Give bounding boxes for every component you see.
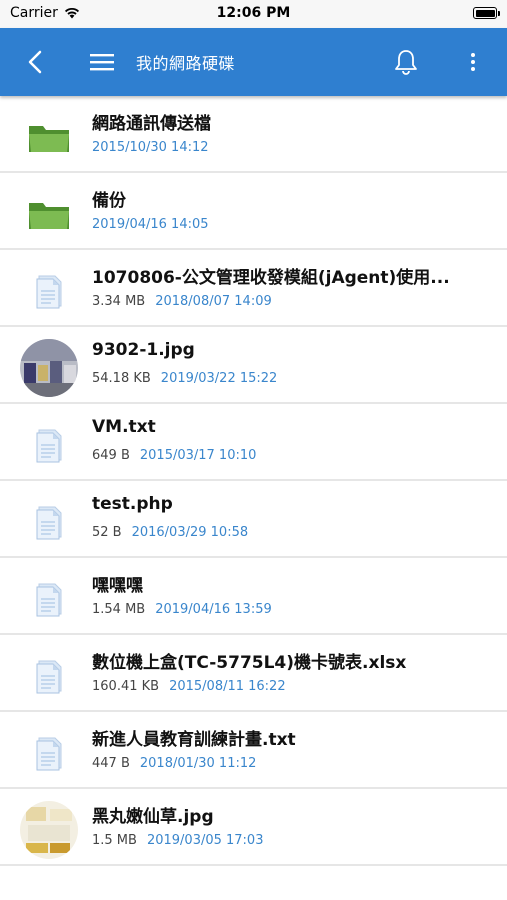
item-name: test.php bbox=[92, 494, 173, 514]
chevron-left-icon bbox=[28, 50, 42, 74]
item-name: 新進人員教育訓練計畫.txt bbox=[92, 730, 296, 750]
status-bar: Carrier 12:06 PM bbox=[0, 0, 507, 28]
thumbnail bbox=[20, 647, 78, 705]
file-size: 1.5 MB bbox=[92, 833, 137, 848]
file-row[interactable]: 1070806-公文管理收發模組(jAgent)使用... 3.34 MB 2018… bbox=[0, 250, 507, 327]
file-size: 649 B bbox=[92, 448, 130, 463]
thumbnail bbox=[20, 570, 78, 628]
item-date: 2015/03/17 10:10 bbox=[139, 448, 257, 463]
bell-icon bbox=[395, 50, 417, 75]
clock: 12:06 PM bbox=[216, 5, 291, 21]
file-row[interactable]: 黑丸嫩仙草.jpg 1.5 MB 2019/03/05 17:03 bbox=[0, 789, 507, 866]
file-size: 52 B bbox=[92, 525, 122, 540]
more-vertical-icon bbox=[471, 53, 475, 71]
item-date: 2016/03/29 10:58 bbox=[131, 525, 249, 540]
item-meta: 1.5 MB 2019/03/05 17:03 bbox=[92, 833, 263, 848]
item-date: 2015/10/30 14:12 bbox=[92, 140, 209, 155]
folder-icon bbox=[29, 126, 69, 152]
file-list: 網路通訊傳送檔 2015/10/30 14:12 備份 2019/04/16 14:0… bbox=[0, 96, 507, 866]
document-icon bbox=[36, 275, 62, 309]
notifications-button[interactable] bbox=[388, 28, 424, 96]
item-meta: 2019/04/16 14:05 bbox=[92, 217, 209, 232]
item-date: 2015/08/11 16:22 bbox=[169, 679, 286, 694]
thumbnail bbox=[20, 339, 78, 397]
item-date: 2019/03/05 17:03 bbox=[146, 833, 264, 848]
folder-row[interactable]: 備份 2019/04/16 14:05 bbox=[0, 173, 507, 250]
item-date: 2018/08/07 14:09 bbox=[155, 294, 272, 309]
item-name: 黑丸嫩仙草.jpg bbox=[92, 807, 214, 827]
thumbnail bbox=[20, 262, 78, 320]
file-row[interactable]: 9302-1.jpg 54.18 KB 2019/03/22 15:22 bbox=[0, 327, 507, 404]
thumbnail bbox=[20, 108, 78, 166]
document-icon bbox=[36, 429, 62, 463]
item-date: 2019/04/16 14:05 bbox=[92, 217, 209, 232]
page-title: 我的網路硬碟 bbox=[136, 54, 236, 73]
menu-button[interactable] bbox=[86, 28, 118, 96]
file-size: 3.34 MB bbox=[92, 294, 146, 309]
item-date: 2019/04/16 13:59 bbox=[155, 602, 272, 617]
back-button[interactable] bbox=[18, 28, 52, 96]
folder-row[interactable]: 網路通訊傳送檔 2015/10/30 14:12 bbox=[0, 96, 507, 173]
document-icon bbox=[36, 506, 62, 540]
item-name: 備份 bbox=[92, 191, 126, 211]
thumbnail bbox=[20, 724, 78, 782]
item-date: 2018/01/30 11:12 bbox=[139, 756, 257, 771]
item-date: 2019/03/22 15:22 bbox=[160, 371, 278, 386]
file-size: 160.41 KB bbox=[92, 679, 160, 694]
item-meta: 1.54 MB 2019/04/16 13:59 bbox=[92, 602, 272, 617]
item-meta: 649 B 2015/03/17 10:10 bbox=[92, 448, 256, 463]
document-icon bbox=[36, 583, 62, 617]
item-meta: 52 B 2016/03/29 10:58 bbox=[92, 525, 248, 540]
file-size: 447 B bbox=[92, 756, 130, 771]
hamburger-icon bbox=[90, 54, 114, 71]
document-icon bbox=[36, 737, 62, 771]
file-row[interactable]: 新進人員教育訓練計畫.txt 447 B 2018/01/30 11:12 bbox=[0, 712, 507, 789]
file-row[interactable]: 數位機上盒(TC-5775L4)機卡號表.xlsx 160.41 KB 2015/0… bbox=[0, 635, 507, 712]
file-row[interactable]: 嘿嘿嘿 1.54 MB 2019/04/16 13:59 bbox=[0, 558, 507, 635]
item-name: 1070806-公文管理收發模組(jAgent)使用... bbox=[92, 268, 450, 288]
more-options-button[interactable] bbox=[458, 28, 488, 96]
item-meta: 54.18 KB 2019/03/22 15:22 bbox=[92, 371, 277, 386]
item-name: VM.txt bbox=[92, 417, 156, 437]
document-icon bbox=[36, 660, 62, 694]
thumbnail bbox=[20, 416, 78, 474]
app-bar: 我的網路硬碟 bbox=[0, 28, 507, 96]
item-name: 數位機上盒(TC-5775L4)機卡號表.xlsx bbox=[92, 653, 407, 673]
thumbnail bbox=[20, 185, 78, 243]
item-meta: 2015/10/30 14:12 bbox=[92, 140, 209, 155]
item-meta: 160.41 KB 2015/08/11 16:22 bbox=[92, 679, 286, 694]
file-size: 54.18 KB bbox=[92, 371, 151, 386]
item-name: 9302-1.jpg bbox=[92, 340, 195, 360]
file-size: 1.54 MB bbox=[92, 602, 146, 617]
photo-thumbnail bbox=[20, 801, 78, 859]
photo-thumbnail bbox=[20, 339, 78, 397]
folder-icon bbox=[29, 203, 69, 229]
battery-icon bbox=[473, 7, 500, 19]
thumbnail bbox=[20, 801, 78, 859]
file-row[interactable]: test.php 52 B 2016/03/29 10:58 bbox=[0, 481, 507, 558]
item-meta: 3.34 MB 2018/08/07 14:09 bbox=[92, 294, 272, 309]
item-meta: 447 B 2018/01/30 11:12 bbox=[92, 756, 256, 771]
item-name: 嘿嘿嘿 bbox=[92, 576, 143, 596]
file-row[interactable]: VM.txt 649 B 2015/03/17 10:10 bbox=[0, 404, 507, 481]
item-name: 網路通訊傳送檔 bbox=[92, 114, 211, 134]
thumbnail bbox=[20, 493, 78, 551]
